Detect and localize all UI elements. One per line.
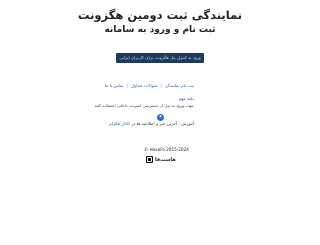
link-separator: | xyxy=(160,83,162,88)
tips-line: جهت ورود به پنل از دسترسی اینترنت داخلی … xyxy=(94,102,194,108)
contact-link[interactable]: تماس با ما xyxy=(105,83,124,88)
copyright: © HexaFa 2015-2024 xyxy=(144,147,189,152)
quick-links: ثبت نام نمایندگی | سوالات متداول | تماس … xyxy=(105,83,194,88)
page-subtitle: ثبت نام و ورود به سامانه xyxy=(104,25,216,35)
brand-logo[interactable]: هاست‌فا xyxy=(146,156,176,163)
login-button[interactable]: ورود به کنترل پنل هگزونت برای کاربران ای… xyxy=(116,53,204,63)
brand-name: هاست‌فا xyxy=(155,156,176,163)
register-reseller-link[interactable]: ثبت نام نمایندگی xyxy=(165,83,194,88)
faq-link[interactable]: سوالات متداول xyxy=(131,83,157,88)
globe-icon[interactable]: ✦ xyxy=(157,114,164,121)
link-separator: | xyxy=(126,83,128,88)
page-title: نمایندگی ثبت دومین هگزونت xyxy=(77,8,243,22)
telegram-note-text: آموزش : آخرین خبر و اطلاعیه ها در xyxy=(131,121,194,126)
telegram-note: آموزش : آخرین خبر و اطلاعیه ها در کانال … xyxy=(109,121,194,126)
brand-mark-icon xyxy=(146,156,153,163)
tips-section: نکته مهم جهت ورود به پنل از دسترسی اینتر… xyxy=(74,96,194,109)
telegram-link[interactable]: کانال تلگرام xyxy=(109,121,130,126)
tips-title: نکته مهم xyxy=(178,96,194,101)
